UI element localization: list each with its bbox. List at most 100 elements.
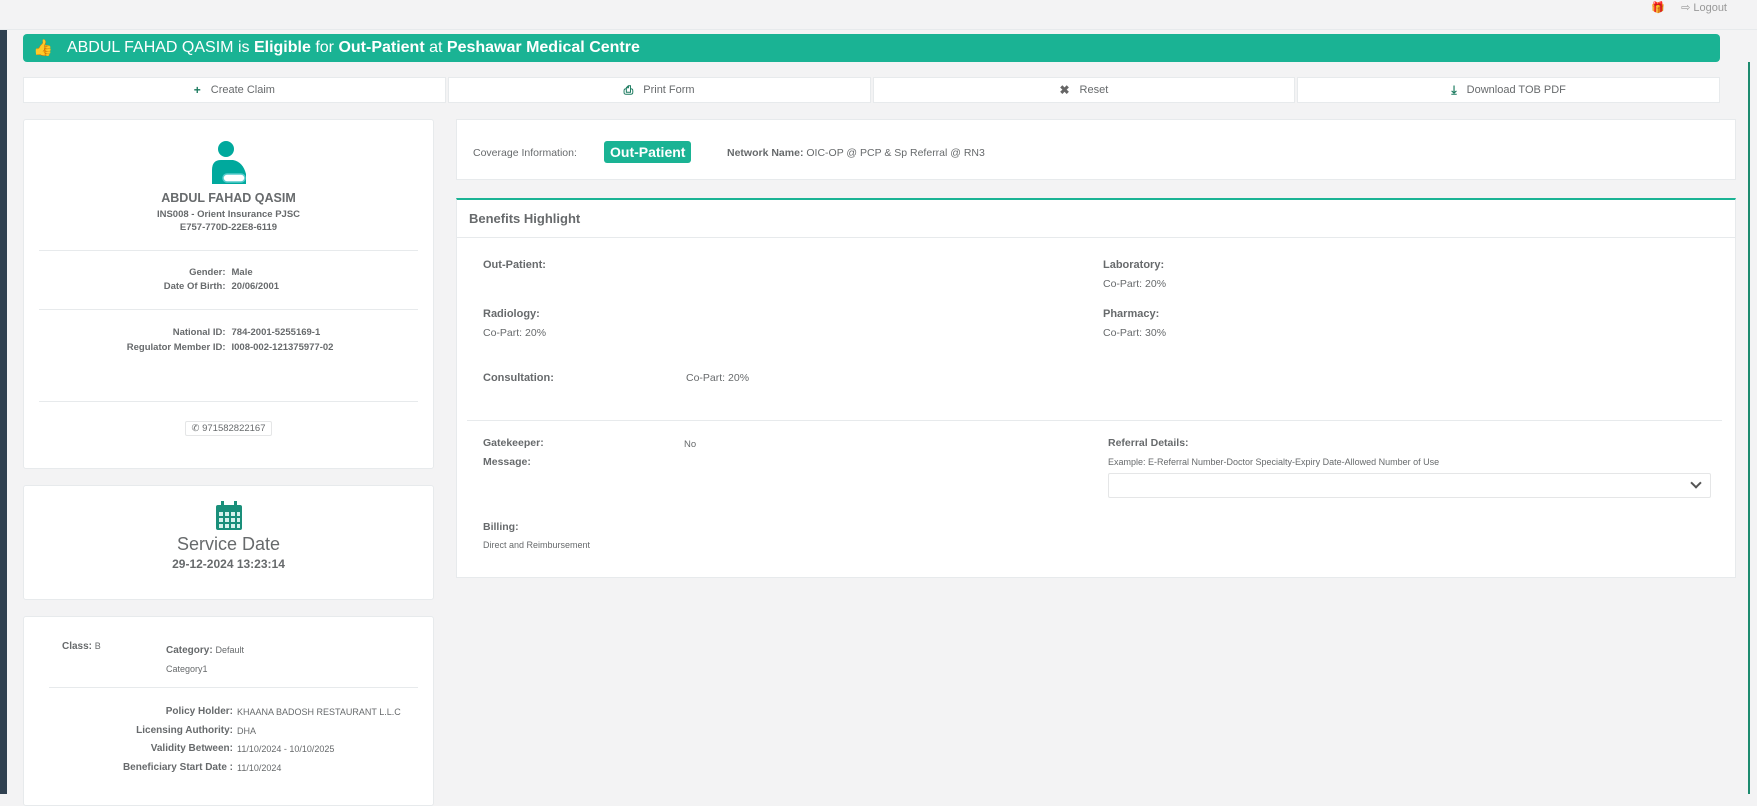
policy-validity-label-text: Validity Between: [150,743,233,754]
banner-is-text: is [237,39,250,56]
actions-1-label-text: Print Form [643,84,695,96]
thumbs-up-icon: 👍 [33,40,53,57]
coverage-card: Coverage Information: Out-Patient Networ… [456,119,1736,180]
layout-element [230,518,235,522]
chevron-down-icon [1690,477,1702,489]
policy-details: Policy Holder: KHAANA BADOSH RESTAURANT L… [24,703,435,777]
benefits-card: Benefits Highlight [456,198,1736,578]
layout-element: ABDUL FAHAD QASIM is Eligible for Out-Pa… [67,39,640,57]
banner-status-text: Eligible [253,39,311,56]
member-dob-label-text: Date Of Birth: [163,281,226,292]
print-icon: ⎙ [623,82,634,97]
benefits-outpatient-text: Out-Patient: [483,259,546,271]
banner-coverage-text: Out-Patient [338,39,425,56]
policy-start-label-text: Beneficiary Start Date : [122,761,233,773]
benefits-referral-text: Referral Details: [1108,437,1189,449]
layout-element [39,250,418,251]
benefits-pharmacy-val-text: Co-Part: 30% [1103,327,1167,339]
member-reg-label-text: Regulator Member ID: [126,342,226,353]
patient-avatar-icon [24,140,433,187]
member-name: ABDUL FAHAD QASIM [161,191,296,205]
layout-element [236,512,240,516]
layout-element [224,512,229,516]
layout-element [215,501,242,530]
topbar-logout-text: Logout [1693,1,1727,14]
create-claim-button[interactable]: + Create Claim [23,77,446,103]
layout-element: ✆ 971582822167 [24,421,433,436]
policy-class-text: B [94,641,101,651]
layout-element [39,309,418,310]
policy-class-label-text: Class: [62,641,93,652]
layout-element [218,512,223,516]
sidebar-edge [0,30,7,794]
scrollbar[interactable] [1748,62,1750,794]
banner-at-text: at [429,39,443,56]
layout-element [230,524,235,528]
member-phone-text: 971582822167 [202,423,266,434]
member-nid-text: 784-2001-5255169-1 [231,327,321,338]
top-navbar: 🎁 ⇨ Logout [0,0,1757,30]
policy-holder-text: KHAANA BADOSH RESTAURANT L.L.C [237,707,401,717]
reset-button[interactable]: ✖ Reset [872,77,1296,103]
layout-element [39,401,418,402]
benefits-gatekeeper-text: Gatekeeper: [483,437,544,449]
member-nid-label-text: National ID: [172,327,226,338]
coverage-network-label-text: Network Name: [727,147,804,159]
benefits-pharmacy-text: Pharmacy: [1103,308,1160,320]
layout-element [211,141,246,184]
gift-icon[interactable]: 🎁 [1651,1,1665,14]
layout-element [218,524,223,528]
banner-name-text: ABDUL FAHAD QASIM [66,39,234,56]
referral-details-select[interactable] [1108,473,1711,498]
layout-element: Network Name: OIC-OP @ PCP & Sp Referral… [727,147,985,159]
benefits-consultation-val-text: Co-Part: 20% [686,372,750,384]
layout-element [224,524,229,528]
layout-element: Class: B [62,641,101,652]
close-icon: ✖ [1059,83,1070,97]
print-form-button[interactable]: ⎙ Print Form [447,77,871,103]
divider [467,420,1722,421]
card-number: E757-770D-22E8-6119 [179,222,278,233]
member-reg-text: I008-002-121375977-02 [231,342,334,353]
banner-for-text: for [315,39,334,56]
benefits-message-text: Message: [483,456,531,468]
service-date-title: Service Date [176,534,281,554]
actions-2-label-text: Reset [1079,84,1109,96]
policy-auth-text: DHA [237,725,257,736]
layout-element [218,518,223,522]
layout-element [233,501,237,508]
layout-element [224,518,229,522]
layout-element [221,173,246,183]
calendar-icon [24,501,433,534]
layout-element [217,141,234,157]
policy-auth-label-text: Licensing Authority: [136,724,233,736]
policy-start-text: 11/10/2024 [237,762,282,773]
coverage-label-text: Coverage Information: [473,147,577,159]
layout-element [230,512,235,516]
policy-validity-text: 11/10/2024 - 10/10/2025 [237,744,335,754]
actions-0-label-text: Create Claim [210,84,275,96]
logout-link[interactable]: ⇨ Logout [1681,1,1727,14]
eligibility-banner: 👍 ABDUL FAHAD QASIM is Eligible for Out-… [23,34,1720,62]
download-tob-pdf-button[interactable]: ⤓ Download TOB PDF [1297,77,1720,103]
layout-element [236,524,240,528]
policy-holder-label-text: Policy Holder: [165,706,233,717]
member-gender-text: Male [231,267,253,278]
phone-badge: ✆ 971582822167 [185,421,272,436]
layout-element [236,518,240,522]
coverage-network-text: OIC-OP @ PCP & Sp Referral @ RN3 [806,147,985,159]
benefits-referral-hint-text: Example: E-Referral Number-Doctor Specia… [1108,457,1440,467]
layout-element: 🎁 ⇨ Logout [1651,0,1727,14]
identifiers: National ID: 784-2001-5255169-1 Regulator… [24,325,433,355]
policy-category-label-text: Category: [166,645,213,656]
benefits-laboratory-text: Laboratory: [1103,259,1165,271]
service-date-value: 29-12-2024 13:23:14 [172,557,285,571]
benefits-consultation-text: Consultation: [483,372,554,384]
benefits-gatekeeper-val-text: No [684,439,697,450]
insurer: INS008 - Orient Insurance PJSC [156,209,301,220]
benefits-title: Benefits Highlight [457,200,1735,238]
layout-element [220,501,224,508]
demographics: Gender: Male Date Of Birth: 20/06/2001 [24,266,433,294]
service-date-card: Service Date 29-12-2024 13:23:14 [23,485,434,600]
layout-element: Category: Default Category1 [166,641,276,679]
